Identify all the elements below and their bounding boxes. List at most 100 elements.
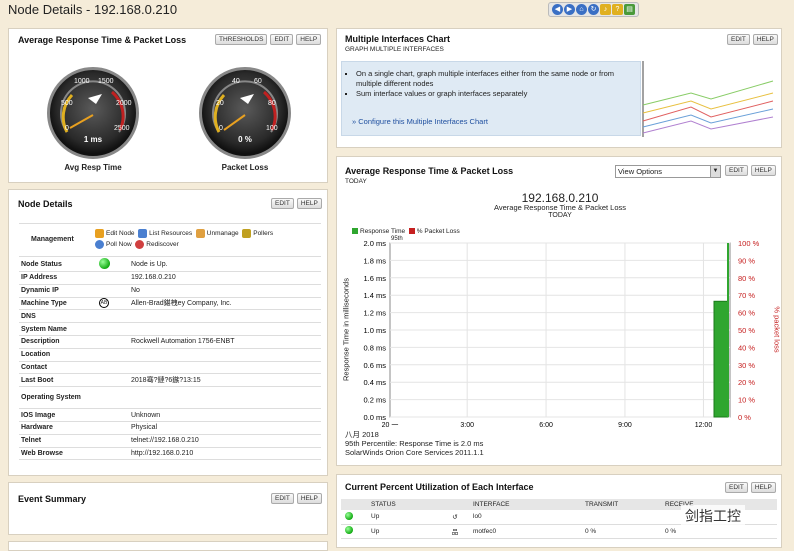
management-row xyxy=(19,223,321,257)
y-tick-label: 1.4 ms xyxy=(363,291,386,300)
gauge-tick: 1000 xyxy=(74,78,90,85)
y-tick-label: 1.6 ms xyxy=(363,274,386,283)
edit-button[interactable]: EDIT xyxy=(270,34,294,45)
detail-row: Dynamic IP No xyxy=(19,284,321,298)
detail-row: Operating System xyxy=(19,386,321,410)
solarwinds-logo-icon xyxy=(88,94,102,104)
gauge-label: Avg Resp Time xyxy=(64,163,122,172)
edit-button[interactable]: EDIT xyxy=(725,482,748,493)
detail-key: DNS xyxy=(19,309,97,324)
panel-subtitle: GRAPH MULTIPLE INTERFACES xyxy=(345,46,444,53)
detail-row: Hardware Physical xyxy=(19,421,321,435)
panel-title: Node Details xyxy=(18,199,73,209)
gauge-tick: 500 xyxy=(61,100,73,107)
detail-key: Telnet xyxy=(19,434,97,448)
x-tick-label: 12:00 xyxy=(695,422,713,429)
edit-button[interactable]: EDIT xyxy=(271,493,294,504)
y-tick-label: 1.2 ms xyxy=(363,309,386,318)
detail-row: IOS Image Unknown xyxy=(19,408,321,422)
detail-key: Dynamic IP xyxy=(19,284,97,298)
help-button[interactable]: HELP xyxy=(296,493,322,504)
edit-button[interactable]: EDIT xyxy=(727,34,750,45)
packet-loss-gauge: 20 40 60 80 100 0 0 % xyxy=(199,67,291,159)
forward-icon[interactable]: ▶ xyxy=(564,4,575,15)
info-bullet: Sum interface values or graph interfaces… xyxy=(356,89,636,99)
gauge-value: 1 ms xyxy=(83,135,103,144)
y2-tick-label: 60 % xyxy=(738,309,755,318)
sound-icon[interactable]: ♪ xyxy=(600,4,611,15)
thresholds-button[interactable]: THRESHOLDS xyxy=(215,34,268,45)
gauge-tick: 0 xyxy=(65,125,69,132)
help-button[interactable]: HELP xyxy=(296,198,322,209)
detail-value[interactable]: http://192.168.0.210 xyxy=(129,447,321,461)
title-bar: Node Details - 192.168.0.210 ◀ ▶ ⌂ ↻ ♪ ?… xyxy=(0,0,794,20)
detail-value: Allen-Brad鍖栧ey Company, Inc. xyxy=(129,297,321,311)
detail-key: Contact xyxy=(19,361,97,375)
detail-key: System Name xyxy=(19,322,97,336)
x-tick-label: 9:00 xyxy=(618,422,632,429)
help-button[interactable]: HELP xyxy=(750,482,776,493)
detail-value xyxy=(129,309,321,324)
vendor-logo-icon: AB xyxy=(99,298,109,309)
multi-interfaces-panel: Multiple Interfaces Chart GRAPH MULTIPLE… xyxy=(336,28,782,148)
footer-note: SolarWinds Orion Core Services 2011.1.1 xyxy=(345,448,484,457)
help-icon[interactable]: ? xyxy=(612,4,623,15)
col-header: INTERFACE xyxy=(473,501,510,508)
y-tick-label: 1.0 ms xyxy=(363,326,386,335)
y-tick-label: 0.0 ms xyxy=(363,413,386,422)
refresh-icon[interactable]: ↻ xyxy=(588,4,599,15)
gauge-label: Packet Loss xyxy=(221,163,269,172)
response-chart: 0.0 ms 0 % 0.2 ms 10 % 0.4 ms 20 % 0.6 ms 30 % 0… xyxy=(363,239,759,429)
y-tick-label: 1.8 ms xyxy=(363,256,386,265)
chart-subtitle2: TODAY xyxy=(548,212,572,219)
multi-chart-preview-icon xyxy=(642,61,774,137)
help-button[interactable]: HELP xyxy=(750,165,776,176)
help-button[interactable]: HELP xyxy=(752,34,778,45)
view-options-select[interactable]: View Options ▼ xyxy=(615,165,721,178)
y-tick-label: 0.6 ms xyxy=(363,361,386,370)
configure-link[interactable]: » Configure this Multiple Interfaces Cha… xyxy=(352,117,488,126)
edit-button[interactable]: EDIT xyxy=(725,165,748,176)
top-toolbar: ◀ ▶ ⌂ ↻ ♪ ? ▤ xyxy=(548,2,639,17)
back-icon[interactable]: ◀ xyxy=(552,4,563,15)
detail-key: Machine Type xyxy=(19,297,97,311)
home-icon[interactable]: ⌂ xyxy=(576,4,587,15)
detail-row: Location xyxy=(19,348,321,362)
gauge-value: 0 % xyxy=(238,135,252,144)
detail-value: 192.168.0.210 xyxy=(129,271,321,285)
y2-tick-label: 70 % xyxy=(738,291,755,300)
info-bullet: On a single chart, graph multiple interf… xyxy=(356,69,636,89)
detail-value xyxy=(129,348,321,362)
y-tick-label: 0.2 ms xyxy=(363,396,386,405)
y2-tick-label: 90 % xyxy=(738,256,755,265)
interface-cell[interactable]: motfec0 xyxy=(473,524,585,538)
detail-row: Web Browse http://192.168.0.210 xyxy=(19,447,321,461)
legend-swatch xyxy=(408,228,415,235)
panel-title: Average Response Time & Packet Loss xyxy=(345,166,514,176)
detail-value: No xyxy=(129,284,321,298)
detail-value: Node is Up. xyxy=(129,258,321,272)
help-button[interactable]: HELP xyxy=(296,34,322,45)
detail-row: Last Boot 2018骞?鏈?6鏃?13:15 xyxy=(19,373,321,388)
gauge-tick: 80 xyxy=(268,100,276,107)
print-icon[interactable]: ▤ xyxy=(624,4,635,15)
page-title: Node Details - 192.168.0.210 xyxy=(8,2,178,17)
response-time-bar xyxy=(713,300,729,418)
detail-value xyxy=(129,361,321,375)
next-panel xyxy=(8,541,328,551)
interface-cell[interactable]: lo0 xyxy=(473,510,585,524)
y2-tick-label: 50 % xyxy=(738,326,755,335)
legend: Response Time % Packet Loss xyxy=(352,228,460,235)
x-tick-label: 20 一 xyxy=(382,422,399,429)
legend-item: Response Time xyxy=(360,228,406,235)
legend-swatch xyxy=(352,228,358,235)
ethernet-icon: 品 xyxy=(451,529,459,536)
x-tick-label: 6:00 xyxy=(539,422,553,429)
detail-value[interactable]: telnet://192.168.0.210 xyxy=(129,434,321,448)
y2-tick-label: 0 % xyxy=(738,413,751,422)
node-details-table: Node Status Node is Up. IP Address 192.168.… xyxy=(19,258,321,461)
status-cell: Up xyxy=(371,527,380,535)
detail-key: Hardware xyxy=(19,421,97,435)
edit-button[interactable]: EDIT xyxy=(271,198,294,209)
y-tick-label: 2.0 ms xyxy=(363,239,386,248)
